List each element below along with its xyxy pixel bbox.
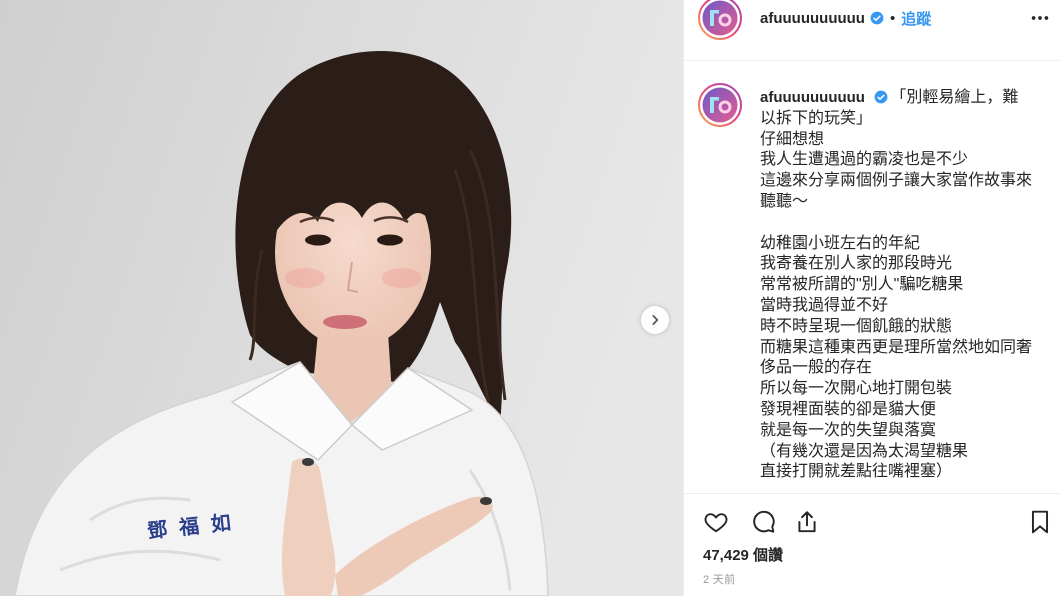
blush-right <box>382 268 422 288</box>
chevron-right-icon <box>652 315 659 325</box>
caption-line: 常常被所謂的"別人"騙吃糖果 <box>760 276 964 294</box>
verified-badge-icon <box>875 90 888 104</box>
share-icon[interactable] <box>794 509 820 535</box>
caption-line: 聽聽～ <box>760 192 809 210</box>
bookmark-icon[interactable] <box>1027 509 1053 535</box>
caption-line: 侈品一般的存在 <box>760 359 873 377</box>
blush-left <box>285 268 325 288</box>
header-separator: • <box>889 9 896 27</box>
heart-icon[interactable] <box>703 509 729 535</box>
nail-left <box>302 458 314 466</box>
caption-username[interactable]: afuuuuuuuuuu <box>760 89 865 106</box>
caption-line: 我寄養在別人家的那段時光 <box>760 255 953 273</box>
caption-line: 幼稚園小班左右的年紀 <box>760 234 921 252</box>
verified-badge-icon <box>870 11 884 25</box>
more-options-icon[interactable] <box>1029 7 1051 29</box>
caption-line: 時不時呈現一個飢餓的狀態 <box>760 317 953 335</box>
instagram-post-view: 鄧福如 afuuuuuuuuuu • 追蹤 afuuuuuuuuuu 「別輕易繪… <box>0 0 1060 596</box>
caption-line: 直接打開就差點往嘴裡塞） <box>760 463 953 481</box>
caption-scroll-area[interactable]: afuuuuuuuuuu 「別輕易繪上，難 以拆下的玩笑」 仔細想想 我人生遭遇… <box>684 61 1060 493</box>
post-photo[interactable]: 鄧福如 <box>0 0 683 596</box>
caption-paragraph: 以拆下的玩笑」 仔細想想 我人生遭遇過的霸凌也是不少 這邊來分享兩個例子讓大家當… <box>760 109 1050 213</box>
eye-left <box>305 234 331 246</box>
mouth <box>323 315 367 329</box>
follow-button[interactable]: 追蹤 <box>901 8 931 29</box>
caption-line: 當時我過得並不好 <box>760 296 889 314</box>
header-user-row: afuuuuuuuuuu • 追蹤 <box>760 0 931 36</box>
eye-right <box>377 234 403 246</box>
caption-line: 就是每一次的失望與落寞 <box>760 421 937 439</box>
caption-line: （有幾次還是因為太渴望糖果 <box>760 442 969 460</box>
caption-line: 發現裡面裝的卻是貓大便 <box>760 400 937 418</box>
caption-text: afuuuuuuuuuu 「別輕易繪上，難 以拆下的玩笑」 仔細想想 我人生遭遇… <box>760 88 1050 483</box>
comment-icon[interactable] <box>750 509 776 535</box>
caption-line: 這邊來分享兩個例子讓大家當作故事來 <box>760 172 1033 190</box>
post-header: afuuuuuuuuuu • 追蹤 <box>684 0 1060 61</box>
caption-line: 仔細想想 <box>760 130 825 148</box>
nail-right <box>480 497 492 505</box>
header-username[interactable]: afuuuuuuuuuu <box>760 10 865 27</box>
likes-count[interactable]: 47,429 個讚 <box>703 546 783 566</box>
caption-line: 而糖果這種東西更是理所當然地如同奢 <box>760 338 1033 356</box>
photo-image: 鄧福如 <box>0 0 683 596</box>
caption-line: 所以每一次開心地打開包裝 <box>760 380 953 398</box>
caption-line: 以拆下的玩笑」 <box>760 109 873 127</box>
profile-avatar[interactable] <box>698 0 742 40</box>
carousel-next-button[interactable] <box>641 306 669 334</box>
post-actions-bar <box>684 493 1060 596</box>
caption-title-start: 「別輕易繪上，難 <box>890 89 1019 106</box>
caption-paragraph: 幼稚園小班左右的年紀 我寄養在別人家的那段時光 常常被所謂的"別人"騙吃糖果 當… <box>760 234 1050 484</box>
caption-first-line: afuuuuuuuuuu 「別輕易繪上，難 <box>760 88 1050 109</box>
post-side-panel: afuuuuuuuuuu • 追蹤 afuuuuuuuuuu 「別輕易繪上，難 … <box>683 0 1060 596</box>
caption-line: 我人生遭遇過的霸凌也是不少 <box>760 151 969 169</box>
caption-profile-avatar[interactable] <box>698 83 742 127</box>
post-timestamp[interactable]: 2 天前 <box>703 573 735 587</box>
